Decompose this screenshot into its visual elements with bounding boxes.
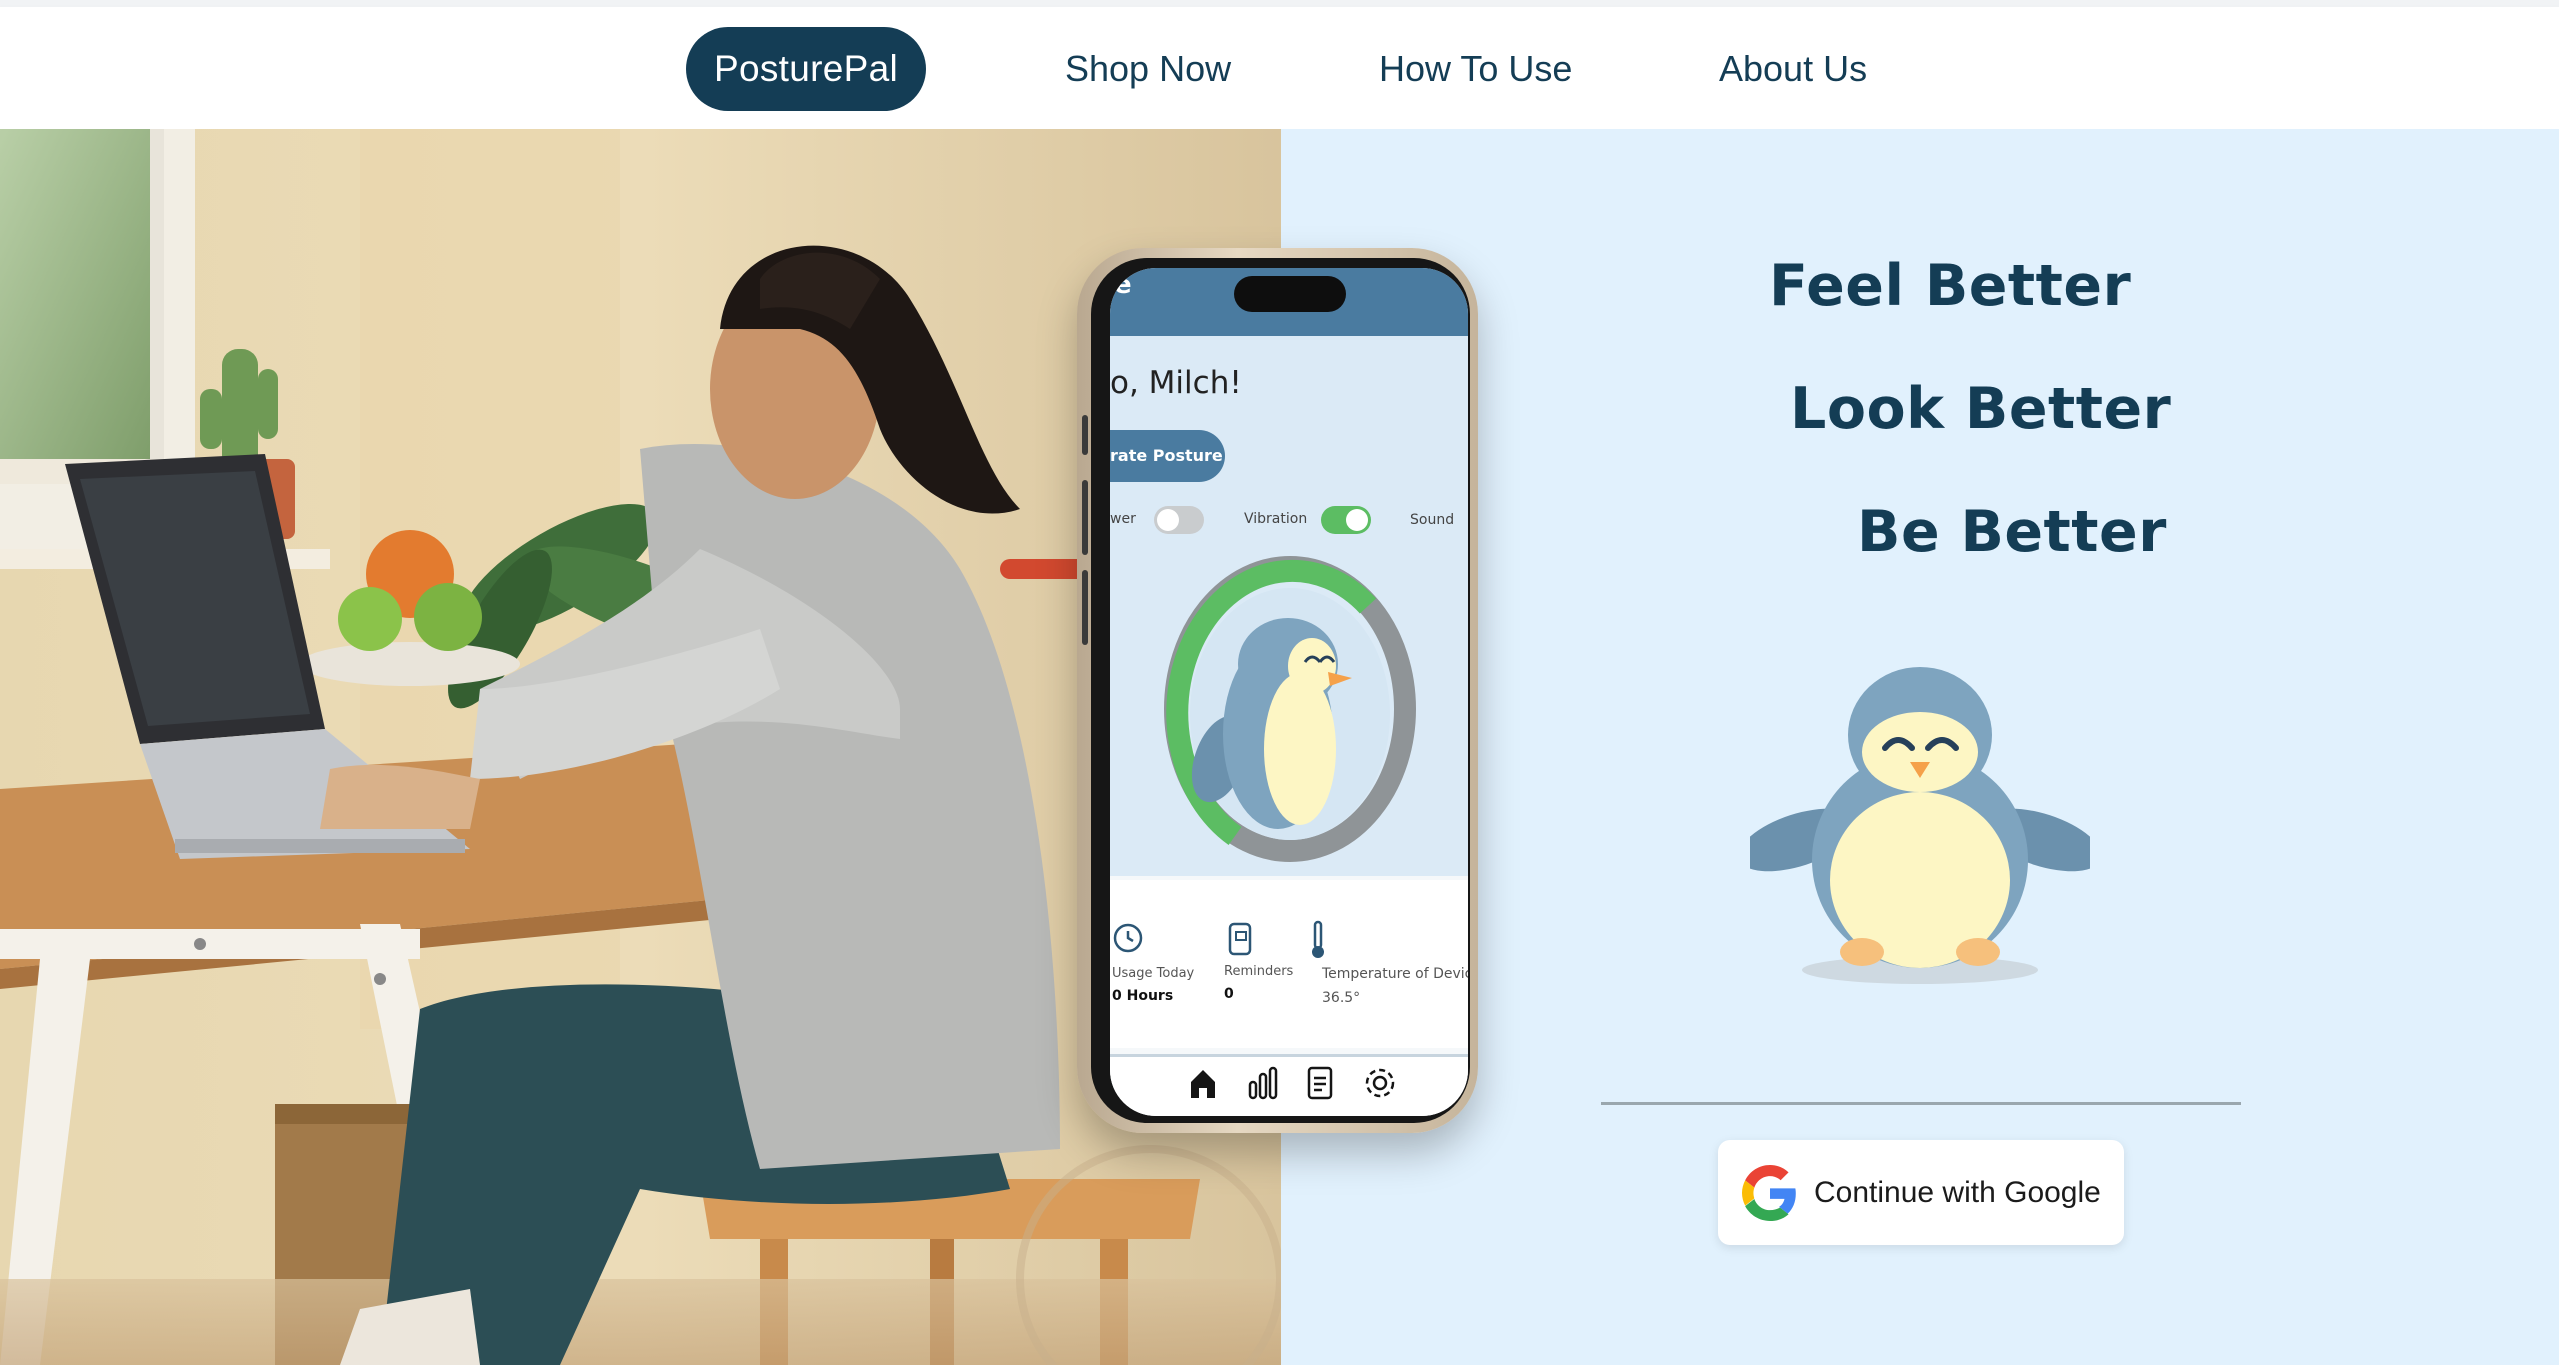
nav-shop-now-link[interactable]: Shop Now — [1065, 27, 1231, 111]
thermometer-icon — [1308, 920, 1328, 960]
calibrate-posture-label: rate Posture — [1110, 446, 1223, 465]
greeting-text: o, Milch! — [1110, 365, 1242, 401]
top-border — [0, 0, 2559, 7]
vibration-toggle-knob — [1346, 509, 1368, 531]
top-navbar: PosturePal Shop Now How To Use About Us — [0, 7, 2559, 129]
chart-icon[interactable] — [1247, 1066, 1279, 1100]
clock-icon — [1112, 922, 1144, 954]
app-bottom-nav — [1110, 1054, 1468, 1116]
document-icon[interactable] — [1306, 1066, 1334, 1100]
headline-look-better: Look Better — [1790, 376, 2172, 442]
nav-about-us-link[interactable]: About Us — [1719, 27, 1867, 111]
google-logo-icon — [1742, 1164, 1796, 1221]
temperature-label: Temperature of Device — [1322, 966, 1468, 982]
continue-with-google-button[interactable]: Continue with Google — [1718, 1140, 2124, 1245]
reminders-value: 0 — [1224, 986, 1234, 1002]
settings-icon[interactable] — [1363, 1066, 1397, 1100]
posture-ring — [1160, 554, 1420, 864]
phone-notch — [1234, 276, 1346, 312]
home-icon[interactable] — [1187, 1066, 1219, 1100]
phone-screen: e o, Milch! rate Posture wer Vibration S… — [1110, 268, 1468, 1116]
app-header-text: e — [1114, 270, 1132, 300]
google-button-label: Continue with Google — [1814, 1175, 2101, 1209]
usage-today-value: 0 Hours — [1112, 988, 1174, 1004]
headline-feel-better: Feel Better — [1769, 253, 2132, 319]
phone-side-button-2 — [1082, 480, 1088, 555]
penguin-mascot-illustration — [1738, 660, 2102, 990]
phone-side-button-1 — [1082, 415, 1088, 455]
headline-be-better: Be Better — [1857, 499, 2167, 565]
section-divider — [1601, 1102, 2241, 1105]
phone-side-button-3 — [1082, 570, 1088, 645]
temperature-value: 36.5° — [1322, 990, 1361, 1006]
phone-reminder-icon — [1226, 922, 1256, 956]
power-toggle[interactable] — [1154, 506, 1204, 534]
sound-toggle-label: Sound — [1410, 512, 1455, 528]
usage-today-label: Usage Today — [1112, 966, 1195, 981]
vibration-toggle[interactable] — [1321, 506, 1371, 534]
power-toggle-label: wer — [1110, 511, 1136, 527]
power-toggle-knob — [1157, 509, 1179, 531]
vibration-toggle-label: Vibration — [1244, 511, 1308, 527]
brand-pill-button[interactable]: PosturePal — [686, 27, 926, 111]
nav-how-to-use-link[interactable]: How To Use — [1379, 27, 1572, 111]
reminders-label: Reminders — [1224, 964, 1294, 979]
